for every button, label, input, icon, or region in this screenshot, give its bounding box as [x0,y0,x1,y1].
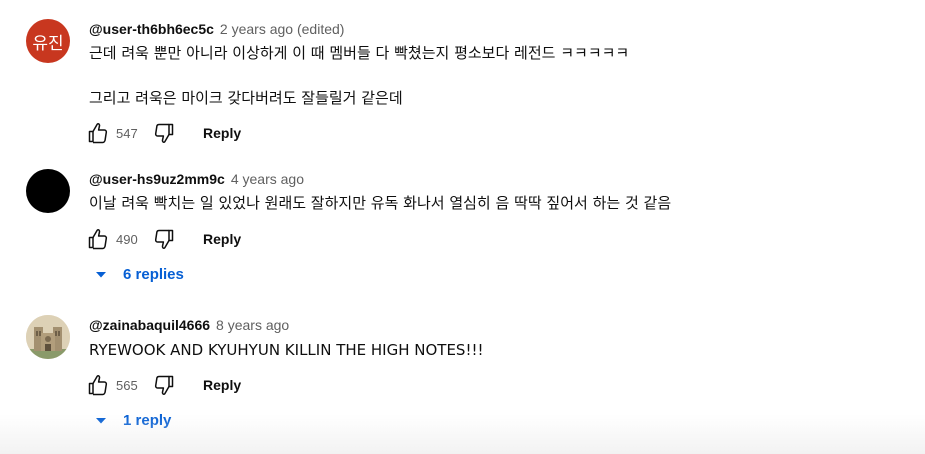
reply-button[interactable]: Reply [203,377,241,393]
dislike-button[interactable] [152,373,176,397]
view-replies-button[interactable]: 6 replies [94,266,184,283]
like-button[interactable] [86,121,110,145]
comment-text: RYEWOOK AND KYUHYUN KILLIN THE HIGH NOTE… [89,341,484,359]
thumbs-up-icon [88,123,108,144]
like-button[interactable] [86,373,110,397]
like-count: 547 [116,125,138,141]
thumbs-down-icon [154,229,174,249]
avatar[interactable] [26,169,70,213]
avatar[interactable]: 유진 [26,19,70,63]
replies-count-label: 6 replies [123,266,184,283]
comment-author[interactable]: @zainabaquil4666 [89,317,210,333]
like-count: 565 [116,377,138,393]
thumbs-down-icon [154,375,174,395]
comment-actions: 565 Reply [86,373,241,397]
comment-header: @zainabaquil4666 8 years ago [89,317,289,333]
caret-down-icon [96,417,106,423]
view-replies-button[interactable]: 1 reply [94,412,171,429]
cathedral-icon [26,315,70,359]
comment-text: 근데 려욱 뿐만 아니라 이상하게 이 때 멤버들 다 빡쳤는지 평소보다 레전… [89,44,630,62]
dislike-button[interactable] [152,227,176,251]
comment-author[interactable]: @user-th6bh6ec5c [89,21,214,37]
comment-author[interactable]: @user-hs9uz2mm9c [89,171,225,187]
replies-count-label: 1 reply [123,412,172,429]
reply-button[interactable]: Reply [203,231,241,247]
avatar[interactable] [26,315,70,359]
dislike-button[interactable] [152,121,176,145]
caret-down-icon [96,271,106,277]
comment-text: 이날 려욱 빡치는 일 있었나 원래도 잘하지만 유독 화나서 열심히 음 딱딱… [89,194,672,212]
comment-timestamp[interactable]: 8 years ago [216,317,289,333]
thumbs-up-icon [88,375,108,396]
like-count: 490 [116,231,138,247]
comment-actions: 490 Reply [86,227,241,251]
like-button[interactable] [86,227,110,251]
comment-timestamp[interactable]: 4 years ago [231,171,304,187]
thumbs-up-icon [88,229,108,250]
thumbs-down-icon [154,123,174,143]
comment-text: 그리고 려욱은 마이크 갖다버려도 잘들릴거 같은데 [89,89,403,107]
comment-timestamp[interactable]: 2 years ago (edited) [220,21,345,37]
avatar-text: 유진 [32,33,64,54]
comment-header: @user-th6bh6ec5c 2 years ago (edited) [89,21,344,37]
comment-header: @user-hs9uz2mm9c 4 years ago [89,171,304,187]
reply-button[interactable]: Reply [203,125,241,141]
comment-actions: 547 Reply [86,121,241,145]
